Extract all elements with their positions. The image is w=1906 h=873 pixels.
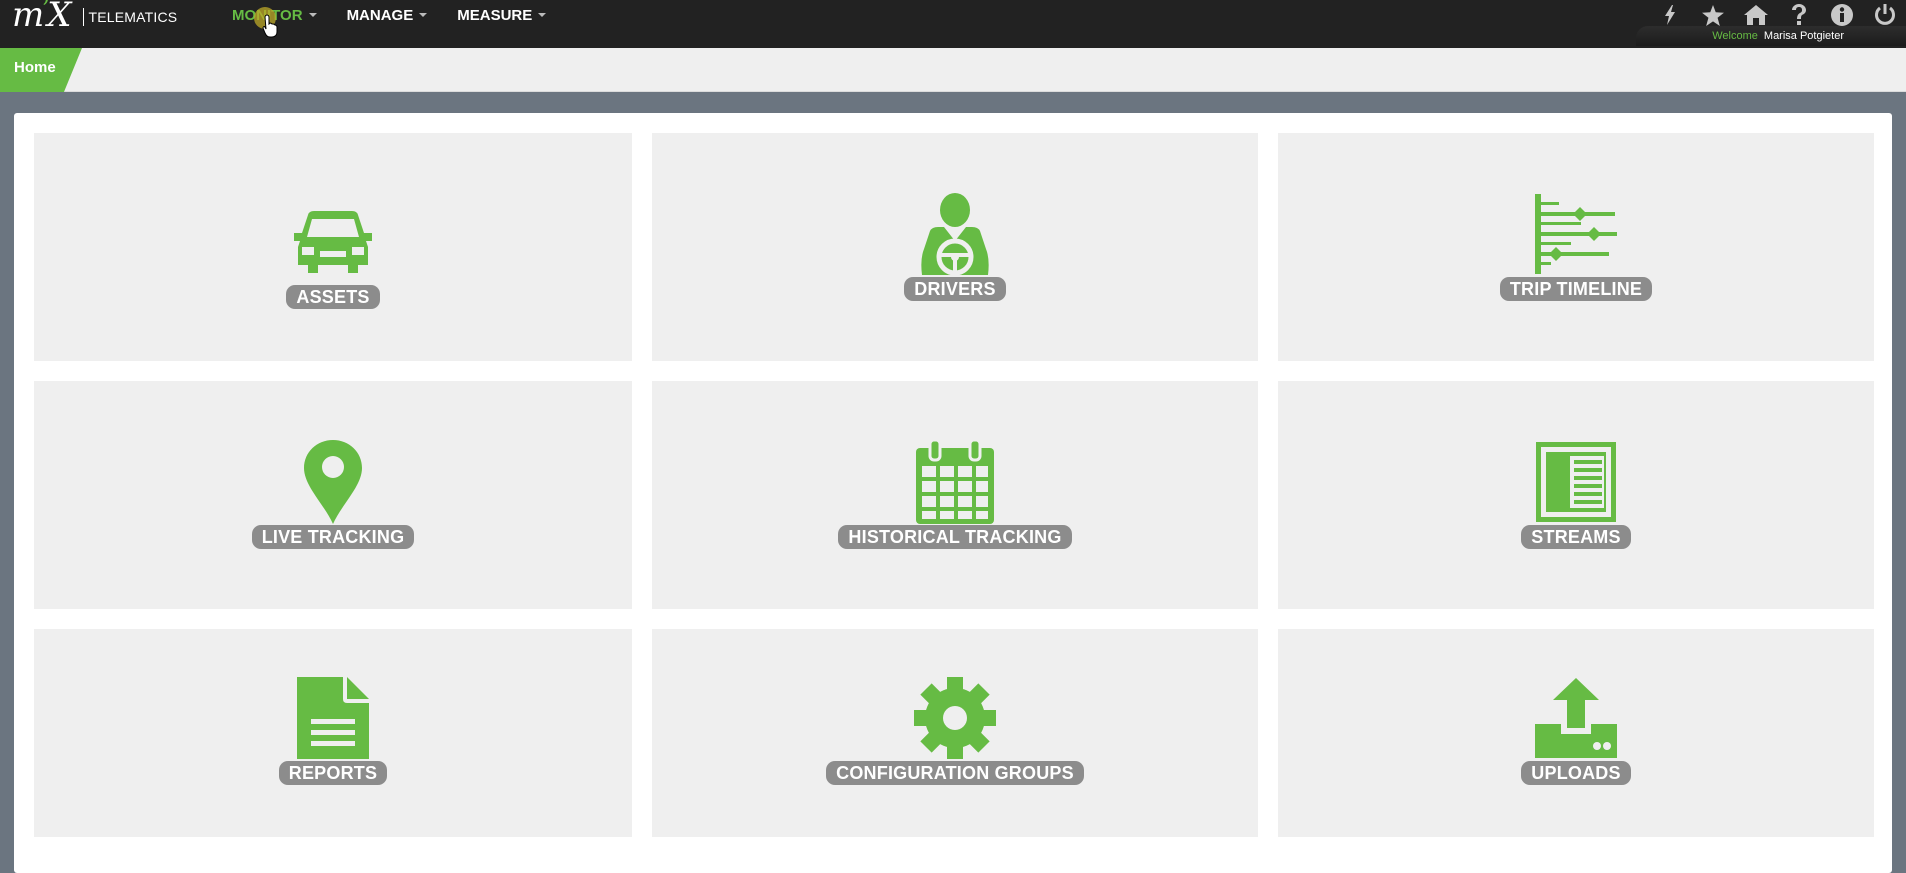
chevron-down-icon [308,13,317,17]
tile-label: LIVE TRACKING [251,525,415,549]
tile-historical-tracking[interactable]: HISTORICAL TRACKING [652,381,1258,609]
car-icon [290,199,376,285]
nav-measure-label: MEASURE [457,6,533,24]
logo-text: TELEMATICS [88,9,178,25]
tile-assets[interactable]: ASSETS [34,133,632,361]
driver-icon [912,191,998,277]
nav-manage[interactable]: MANAGE [347,7,428,24]
chevron-down-icon [538,13,547,17]
tile-label: DRIVERS [904,277,1006,301]
map-pin-icon [290,439,376,525]
gear-icon [912,675,998,761]
tile-live-tracking[interactable]: LIVE TRACKING [34,381,632,609]
tile-uploads[interactable]: UPLOADS [1278,629,1874,837]
logo[interactable]: m’X TELEMATICS [12,0,177,34]
welcome-bar: Welcome Marisa Potgieter [1636,26,1906,46]
logo-divider [83,8,85,26]
tile-label: STREAMS [1521,525,1631,549]
timeline-icon [1533,191,1619,277]
tile-label: CONFIGURATION GROUPS [826,761,1084,785]
nav-manage-label: MANAGE [346,6,414,24]
streams-icon [1533,439,1619,525]
breadcrumb: Home [0,48,1906,92]
tile-trip-timeline[interactable]: TRIP TIMELINE [1278,133,1874,361]
upload-icon [1533,675,1619,761]
mix-logo-mark: m’X [12,0,71,35]
tile-label: UPLOADS [1521,761,1631,785]
tile-label: HISTORICAL TRACKING [838,525,1072,549]
dashboard-panel: ASSETS DRIVERS TRIP TIMELINE LIVE TRACKI… [14,113,1892,873]
calendar-icon [912,439,998,525]
hand-cursor-icon [262,14,278,38]
tile-reports[interactable]: REPORTS [34,629,632,837]
top-bar: m’X TELEMATICS MONITOR MANAGE MEASURE [0,0,1906,48]
tile-label: TRIP TIMELINE [1499,277,1653,301]
breadcrumb-home[interactable]: Home [0,48,82,92]
tile-streams[interactable]: STREAMS [1278,381,1874,609]
tile-label: ASSETS [286,285,380,309]
chevron-down-icon [419,13,428,17]
tile-configuration-groups[interactable]: CONFIGURATION GROUPS [652,629,1258,837]
tile-label: REPORTS [278,761,388,785]
document-icon [290,675,376,761]
tile-drivers[interactable]: DRIVERS [652,133,1258,361]
user-name[interactable]: Marisa Potgieter [1764,30,1844,42]
welcome-label: Welcome [1712,30,1758,42]
main-nav: MONITOR MANAGE MEASURE [232,0,576,30]
nav-measure[interactable]: MEASURE [457,6,547,24]
